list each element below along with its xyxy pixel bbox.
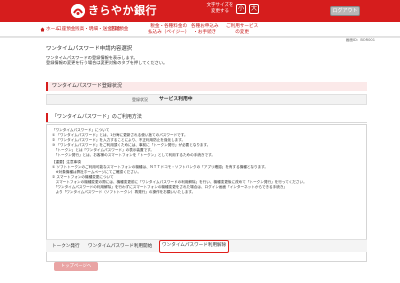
nav-transfer[interactable]: 口座預金: [57, 22, 75, 37]
howto-line: より「ワンタイムパスワード（ソフトトークン）再発行」の操作をお願いいたします。: [52, 189, 196, 194]
logout-button[interactable]: ログアウト: [330, 6, 360, 16]
nav-history-label-2: 明細・: [88, 26, 103, 32]
global-nav: ホーム 口座預金 残高・ 明細・ 送金照会 定期預金 税金・各種料金の 払込み（…: [0, 22, 400, 37]
screen-id: 画面ID：BOR001: [345, 38, 375, 42]
back-to-top-button[interactable]: トップページへ: [54, 262, 98, 271]
bank-logo-icon: [71, 4, 85, 18]
nav-settings-label-2: の変更: [235, 29, 249, 35]
nav-pay-tax-label-2: 払込み（ペイジー）: [148, 29, 190, 35]
page-title: ワンタイムパスワード申請内容選択: [46, 46, 133, 52]
registration-section-title: ワンタイムパスワード登録状況: [46, 82, 367, 91]
page-description: ワンタイムパスワードの登録情報を表示します。 登録情報の変更を行う場合は変更対象…: [46, 55, 167, 65]
font-size-label: 文字サイズを 変更する: [206, 3, 234, 14]
howto-divider: [46, 122, 367, 123]
status-value: サービス利用中: [159, 97, 193, 102]
tab-start-use[interactable]: ワンタイムパスワード利用開始: [88, 240, 152, 253]
font-size-small-button[interactable]: 小: [236, 4, 246, 14]
nav-apply[interactable]: 各種お申込み ・お手続き: [191, 22, 219, 37]
howto-section-title: 「ワンタイムパスワード」のご利用方法: [46, 113, 367, 122]
font-size-large-button[interactable]: 大: [249, 4, 259, 14]
registration-status-row: 登録状況 サービス利用中: [46, 94, 367, 105]
nav-pay-in[interactable]: 定期預金: [110, 22, 128, 37]
header-bar: きらやか銀行 文字サイズを 変更する 小 大 ログアウト: [0, 0, 400, 22]
nav-pay-tax[interactable]: 税金・各種料金の 払込み（ペイジー）: [148, 22, 189, 37]
description-line: 登録情報の変更を行う場合は変更対象のタブを押してください。: [46, 60, 168, 66]
tab-token-issue[interactable]: トークン発行: [52, 240, 80, 253]
tab-cancel-use[interactable]: ワンタイムパスワード利用解除: [159, 240, 230, 253]
nav-apply-label-2: ・お手続き: [193, 29, 217, 35]
bank-name: きらやか銀行: [88, 4, 157, 17]
nav-settings[interactable]: ご利用サービス の変更: [226, 22, 258, 37]
option-tabs: トークン発行 ワンタイムパスワード利用開始 ワンタイムパスワード利用解除: [46, 239, 367, 253]
nav-history-label-1: 残高・: [75, 26, 89, 32]
home-icon: [40, 27, 45, 32]
status-label: 登録状況: [132, 97, 148, 102]
